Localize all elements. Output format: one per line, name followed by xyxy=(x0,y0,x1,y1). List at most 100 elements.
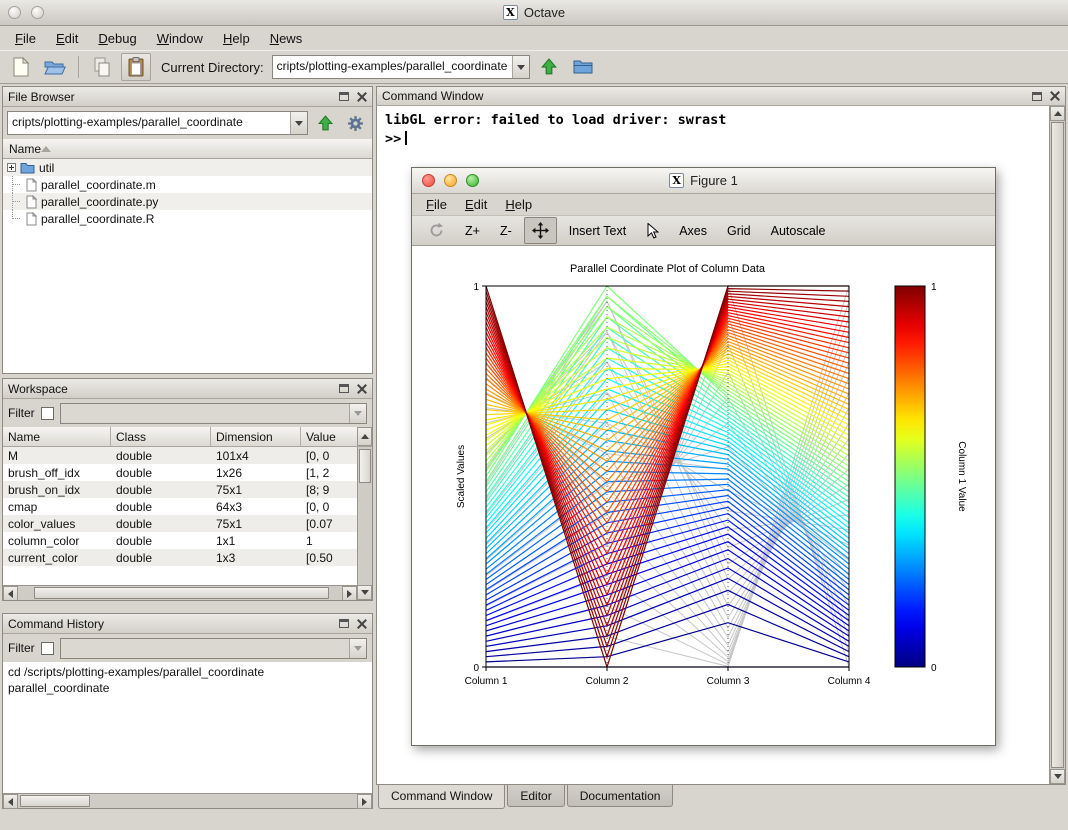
tree-item-file[interactable]: parallel_coordinate.R xyxy=(3,210,372,227)
table-row[interactable]: color_values double 75x1 [0.07 xyxy=(3,515,372,532)
dropdown-arrow-icon[interactable] xyxy=(290,112,307,134)
expand-icon[interactable] xyxy=(7,163,16,172)
history-entry[interactable]: parallel_coordinate xyxy=(3,680,372,696)
scroll-down-button[interactable] xyxy=(1050,769,1065,784)
tab-documentation[interactable]: Documentation xyxy=(567,785,674,807)
insert-text-button[interactable]: Insert Text xyxy=(561,219,634,243)
current-directory-combobox[interactable]: cripts/plotting-examples/parallel_coordi… xyxy=(272,55,530,79)
menu-news[interactable]: News xyxy=(261,29,312,48)
scrollbar-thumb[interactable] xyxy=(34,587,329,599)
table-row[interactable]: column_color double 1x1 1 xyxy=(3,532,372,549)
file-browser-path-combobox[interactable]: cripts/plotting-examples/parallel_coordi… xyxy=(7,111,308,135)
figure-menu-edit[interactable]: Edit xyxy=(457,196,495,213)
workspace-horizontal-scrollbar[interactable] xyxy=(3,585,357,600)
undock-icon[interactable] xyxy=(339,619,349,628)
history-horizontal-scrollbar[interactable] xyxy=(3,793,372,808)
directory-up-button[interactable] xyxy=(534,53,564,81)
file-browser-header: File Browser xyxy=(3,87,372,107)
cell-dimension: 64x3 xyxy=(211,498,301,515)
command-history-title: Command History xyxy=(8,617,104,631)
sort-indicator-icon xyxy=(41,146,51,152)
table-row[interactable]: brush_on_idx double 75x1 [8; 9 xyxy=(3,481,372,498)
filter-checkbox[interactable] xyxy=(41,642,54,655)
dropdown-arrow-icon[interactable] xyxy=(512,56,529,78)
figure-menu-file[interactable]: File xyxy=(418,196,455,213)
open-file-button[interactable] xyxy=(40,53,70,81)
browse-directory-button[interactable] xyxy=(568,53,598,81)
window-button-right[interactable] xyxy=(31,6,44,19)
close-icon[interactable] xyxy=(357,92,367,102)
table-row[interactable]: cmap double 64x3 [0, 0 xyxy=(3,498,372,515)
close-icon[interactable] xyxy=(357,619,367,629)
workspace-filter-combobox[interactable] xyxy=(60,403,367,424)
scroll-down-button[interactable] xyxy=(357,585,372,600)
column-header-value[interactable]: Value xyxy=(301,427,357,446)
menu-file[interactable]: File xyxy=(6,29,45,48)
figure-menu-help[interactable]: Help xyxy=(497,196,540,213)
scrollbar-thumb[interactable] xyxy=(359,449,371,483)
tree-item-file[interactable]: parallel_coordinate.m xyxy=(3,176,372,193)
menu-window[interactable]: Window xyxy=(148,29,212,48)
filter-checkbox[interactable] xyxy=(41,407,54,420)
undock-icon[interactable] xyxy=(1032,92,1042,101)
file-browser-up-button[interactable] xyxy=(312,110,338,136)
history-filter-combobox[interactable] xyxy=(60,638,367,659)
table-row[interactable]: M double 101x4 [0, 0 xyxy=(3,447,372,464)
cell-name: column_color xyxy=(3,532,111,549)
tab-editor[interactable]: Editor xyxy=(507,785,564,807)
menu-debug[interactable]: Debug xyxy=(89,29,145,48)
pan-tool-button[interactable] xyxy=(524,217,557,244)
scrollbar-thumb[interactable] xyxy=(1051,122,1064,768)
scroll-up-button[interactable] xyxy=(1050,106,1065,121)
workspace-vertical-scrollbar[interactable] xyxy=(357,447,372,585)
clipboard-icon xyxy=(127,57,145,77)
scroll-right-button[interactable] xyxy=(357,794,372,809)
scroll-right-button[interactable] xyxy=(342,586,357,600)
copy-button[interactable] xyxy=(87,53,117,81)
figure-canvas[interactable]: 10Column 1Column 2Column 3Column 4Parall… xyxy=(412,246,995,745)
tab-command-window[interactable]: Command Window xyxy=(378,785,505,809)
file-browser-path-value: cripts/plotting-examples/parallel_coordi… xyxy=(8,112,290,134)
column-header-class[interactable]: Class xyxy=(111,427,211,446)
figure-close-button[interactable] xyxy=(422,174,435,187)
rotate-tool-button[interactable] xyxy=(420,217,453,244)
axes-button[interactable]: Axes xyxy=(671,219,715,243)
figure-titlebar[interactable]: X Figure 1 xyxy=(412,168,995,194)
scroll-left-button[interactable] xyxy=(3,794,18,809)
undock-icon[interactable] xyxy=(339,92,349,101)
figure-minimize-button[interactable] xyxy=(444,174,457,187)
table-row[interactable]: current_color double 1x3 [0.50 xyxy=(3,549,372,566)
zoom-out-button[interactable]: Z- xyxy=(492,219,520,243)
zoom-in-button[interactable]: Z+ xyxy=(457,219,488,243)
column-header-name[interactable]: Name xyxy=(3,427,111,446)
window-titlebar[interactable]: X Octave xyxy=(0,0,1068,26)
tree-item-file[interactable]: parallel_coordinate.py xyxy=(3,193,372,210)
svg-text:Column 2: Column 2 xyxy=(586,676,629,687)
command-window[interactable]: libGL error: failed to load driver: swra… xyxy=(376,106,1066,785)
cell-name: cmap xyxy=(3,498,111,515)
scroll-up-button[interactable] xyxy=(357,427,372,446)
file-browser-name-column-header[interactable]: Name xyxy=(3,139,372,159)
menu-help[interactable]: Help xyxy=(214,29,259,48)
command-window-vertical-scrollbar[interactable] xyxy=(1049,106,1065,784)
scroll-left-button[interactable] xyxy=(3,586,18,600)
file-browser-actions-button[interactable] xyxy=(342,110,368,136)
figure-window[interactable]: X Figure 1 File Edit Help Z+ Z- xyxy=(411,167,996,746)
new-script-button[interactable] xyxy=(6,53,36,81)
tree-item-util[interactable]: util xyxy=(3,159,372,176)
close-icon[interactable] xyxy=(1050,91,1060,101)
select-tool-button[interactable] xyxy=(638,218,667,244)
window-button-left[interactable] xyxy=(8,6,21,19)
grid-button[interactable]: Grid xyxy=(719,219,759,243)
history-entry[interactable]: cd /scripts/plotting-examples/parallel_c… xyxy=(3,664,372,680)
undock-icon[interactable] xyxy=(339,384,349,393)
figure-zoom-button[interactable] xyxy=(466,174,479,187)
close-icon[interactable] xyxy=(357,384,367,394)
column-header-dimension[interactable]: Dimension xyxy=(211,427,301,446)
autoscale-button[interactable]: Autoscale xyxy=(763,219,834,243)
paste-button[interactable] xyxy=(121,53,151,81)
table-row[interactable]: brush_off_idx double 1x26 [1, 2 xyxy=(3,464,372,481)
menu-edit[interactable]: Edit xyxy=(47,29,87,48)
cell-name: current_color xyxy=(3,549,111,566)
scrollbar-thumb[interactable] xyxy=(20,795,90,807)
